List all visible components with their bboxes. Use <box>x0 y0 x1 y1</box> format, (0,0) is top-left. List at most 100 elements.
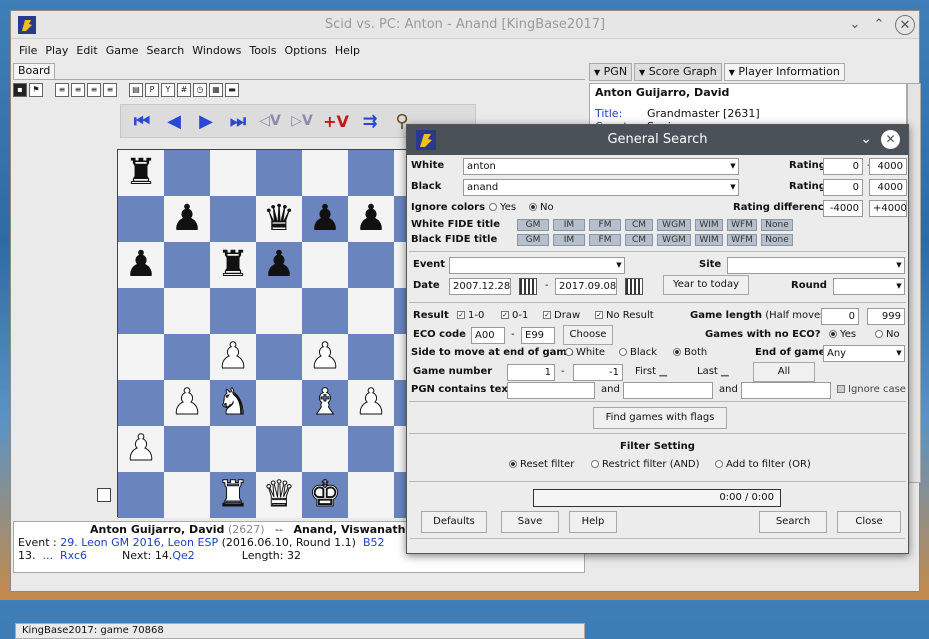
menu-play[interactable]: Play <box>41 44 72 57</box>
menu-windows[interactable]: Windows <box>188 44 245 57</box>
game-length-min-input[interactable]: 0 <box>821 308 859 325</box>
tab-score-graph[interactable]: ▼ Score Graph <box>634 63 722 81</box>
board-square[interactable]: ♚ <box>302 472 348 518</box>
side-black-radio[interactable]: Black <box>619 347 657 358</box>
black-pawn-icon[interactable]: ♟ <box>263 242 295 288</box>
reset-filter-radio[interactable]: Reset filter <box>509 459 574 470</box>
white-title-cm[interactable]: CM <box>625 219 653 231</box>
black-rating-max-input[interactable]: 4000 <box>869 179 907 196</box>
board-square[interactable] <box>210 150 256 196</box>
tab-player-information[interactable]: ▼ Player Information <box>723 63 845 81</box>
black-title-cm[interactable]: CM <box>625 234 653 246</box>
side-both-radio[interactable]: Both <box>673 347 707 358</box>
white-pawn-icon[interactable]: ♟ <box>170 380 203 426</box>
board-square[interactable]: ♟ <box>302 334 348 380</box>
add-to-filter-radio[interactable]: Add to filter (OR) <box>715 459 811 470</box>
rating-diff-max-input[interactable]: +4000 <box>869 200 907 217</box>
menu-options[interactable]: Options <box>280 44 330 57</box>
event-input[interactable]: ▼ <box>449 257 625 274</box>
black-queen-icon[interactable]: ♛ <box>263 196 295 242</box>
board-square[interactable] <box>164 242 210 288</box>
go-end-icon[interactable]: ⏭ <box>225 111 251 132</box>
white-title-wgm[interactable]: WGM <box>657 219 691 231</box>
board-square[interactable]: ♟ <box>348 380 394 426</box>
board-square[interactable] <box>118 288 164 334</box>
year-to-today-button[interactable]: Year to today <box>663 275 749 295</box>
calendar-to-icon[interactable] <box>625 278 643 295</box>
board-square[interactable]: ♜ <box>118 150 164 196</box>
black-title-wgm[interactable]: WGM <box>657 234 691 246</box>
black-title-im[interactable]: IM <box>553 234 585 246</box>
board-square[interactable]: ♝ <box>302 380 348 426</box>
minimize-icon[interactable]: ⌄ <box>845 15 865 35</box>
game-number-from-input[interactable]: 1 <box>507 364 555 381</box>
eco-link[interactable]: B52 <box>363 536 385 549</box>
no-eco-yes-radio[interactable]: Yes <box>829 329 856 340</box>
white-title-im[interactable]: IM <box>553 219 585 231</box>
crosstable-icon[interactable]: # <box>177 83 191 97</box>
gamelist-icon[interactable]: ▤ <box>129 83 143 97</box>
white-player-input[interactable]: anton ▼ <box>463 158 739 175</box>
board-square[interactable] <box>348 242 394 288</box>
white-player-name[interactable]: Anton Guijarro, David <box>90 523 224 536</box>
round-input[interactable]: ▼ <box>833 278 905 295</box>
next-move[interactable]: Qe2 <box>172 549 194 562</box>
board-square[interactable]: ♜ <box>210 242 256 288</box>
go-back-icon[interactable]: ◀ <box>161 111 187 132</box>
site-input[interactable]: ▼ <box>727 257 905 274</box>
board-square[interactable] <box>164 288 210 334</box>
help-button[interactable]: Help <box>569 511 617 533</box>
board-square[interactable] <box>256 426 302 472</box>
choose-eco-button[interactable]: Choose <box>563 325 613 345</box>
board-square[interactable]: ♟ <box>118 242 164 288</box>
black-pawn-icon[interactable]: ♟ <box>125 242 157 288</box>
pgn-text-input-3[interactable] <box>741 382 831 399</box>
board-square[interactable]: ♞ <box>210 380 256 426</box>
ignore-case-checkbox[interactable]: Ignore case <box>837 384 906 395</box>
black-rook-icon[interactable]: ♜ <box>125 150 157 196</box>
list-down-icon[interactable]: ≡ <box>87 83 101 97</box>
board-square[interactable] <box>118 196 164 242</box>
board-square[interactable] <box>210 426 256 472</box>
defaults-button[interactable]: Defaults <box>421 511 487 533</box>
pgn-text-input-2[interactable] <box>623 382 713 399</box>
white-pawn-icon[interactable]: ♟ <box>124 426 157 472</box>
pgn-icon[interactable]: P <box>145 83 159 97</box>
white-rook-icon[interactable]: ♜ <box>216 472 249 518</box>
variation-back-icon[interactable]: ◁V <box>257 113 283 129</box>
board-square[interactable]: ♜ <box>210 472 256 518</box>
board-square[interactable]: ♟ <box>302 196 348 242</box>
current-move[interactable]: Rxc6 <box>60 549 87 562</box>
black-title-fm[interactable]: FM <box>589 234 621 246</box>
go-start-icon[interactable]: ⏮ <box>129 111 155 132</box>
board-square[interactable] <box>118 380 164 426</box>
white-pawn-icon[interactable]: ♟ <box>216 334 249 380</box>
end-of-game-select[interactable]: Any ▼ <box>823 345 905 362</box>
white-pawn-icon[interactable]: ♟ <box>308 334 341 380</box>
board-square[interactable]: ♟ <box>164 196 210 242</box>
menu-file[interactable]: File <box>15 44 41 57</box>
menu-search[interactable]: Search <box>142 44 188 57</box>
menu-tools[interactable]: Tools <box>245 44 280 57</box>
close-icon[interactable]: ✕ <box>895 15 915 35</box>
autoplay-icon[interactable]: ⇉ <box>357 111 383 132</box>
board-square[interactable] <box>348 288 394 334</box>
calendar-from-icon[interactable] <box>519 278 537 295</box>
list-up-icon[interactable]: ≡ <box>71 83 85 97</box>
board-square[interactable] <box>118 472 164 518</box>
board-square[interactable]: ♟ <box>210 334 256 380</box>
result-black-wins-checkbox[interactable]: ✓ 0-1 <box>501 310 528 321</box>
board-square[interactable] <box>164 472 210 518</box>
white-title-wfm[interactable]: WFM <box>727 219 757 231</box>
board-square[interactable] <box>302 150 348 196</box>
board-square[interactable] <box>164 334 210 380</box>
black-player-input[interactable]: anand ▼ <box>463 179 739 196</box>
board-square[interactable] <box>348 472 394 518</box>
white-bishop-icon[interactable]: ♝ <box>308 380 341 426</box>
list-sort-icon[interactable]: ≡ <box>103 83 117 97</box>
date-from-input[interactable]: 2007.12.28 <box>449 278 511 295</box>
board-square[interactable] <box>256 288 302 334</box>
game-number-to-input[interactable]: -1 <box>573 364 623 381</box>
dialog-collapse-icon[interactable]: ⌄ <box>860 131 872 147</box>
eco-from-input[interactable]: A00 <box>471 327 505 344</box>
